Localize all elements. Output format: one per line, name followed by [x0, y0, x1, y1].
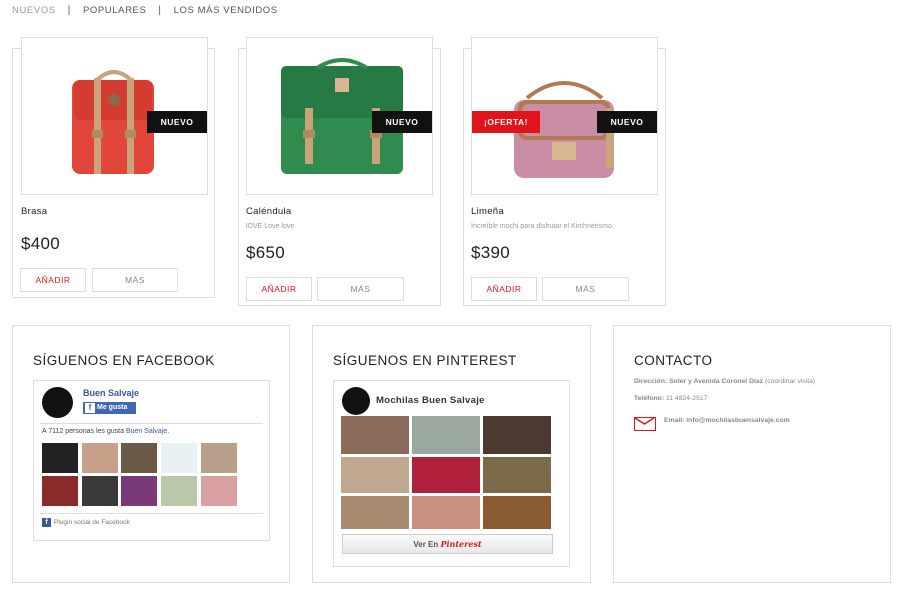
contact-heading: CONTACTO [634, 353, 713, 368]
divider [40, 423, 263, 424]
fan-avatar[interactable] [42, 476, 78, 506]
product-image[interactable]: ¡OFERTA! NUEVO [471, 37, 658, 195]
fan-avatar[interactable] [82, 443, 118, 473]
badge-nuevo: NUEVO [372, 111, 432, 133]
pin-image[interactable] [341, 416, 409, 454]
button-prefix: Ver En [413, 540, 439, 549]
fan-avatar[interactable] [121, 443, 157, 473]
divider [40, 513, 263, 514]
add-to-cart-button[interactable]: AÑADIR [20, 268, 86, 292]
pinterest-board-widget: Mochilas Buen Salvaje Ver En Pinterest [333, 380, 570, 567]
phone-label: Teléfono: [634, 395, 665, 402]
facebook-like-count: A 7112 personas les gusta Buen Salvaje. [42, 428, 169, 435]
tab-mas-vendidos[interactable]: LOS MÁS VENDIDOS [174, 5, 278, 16]
more-button[interactable]: MÁS [542, 277, 629, 301]
contact-email: Email: info@mochilasbuensalvaje.com [664, 417, 790, 424]
add-to-cart-button[interactable]: AÑADIR [246, 277, 312, 301]
fan-avatar[interactable] [42, 443, 78, 473]
plugin-label-text: Plugin social de Facebook [54, 519, 130, 526]
facebook-widget: SÍGUENOS EN FACEBOOK Buen Salvaje f Me g… [12, 325, 290, 583]
view-on-pinterest-button[interactable]: Ver En Pinterest [342, 534, 553, 554]
product-name[interactable]: Limeña [471, 206, 504, 217]
contact-widget: CONTACTO Dirección: Soler y Avenida Coro… [613, 325, 891, 583]
product-card: NUEVO Caléndula lOVE Love love $650 AÑAD… [238, 37, 441, 306]
email-label: Email: [664, 417, 685, 424]
pinterest-heading: SÍGUENOS EN PINTEREST [333, 353, 517, 368]
product-image[interactable]: NUEVO [21, 37, 208, 195]
pinterest-widget: SÍGUENOS EN PINTEREST Mochilas Buen Salv… [312, 325, 591, 583]
contact-address: Dirección: Soler y Avenida Coronel Díaz … [634, 378, 815, 385]
facebook-heading: SÍGUENOS EN FACEBOOK [33, 353, 215, 368]
tab-populares[interactable]: POPULARES [83, 5, 146, 16]
tab-separator: | [158, 5, 162, 16]
product-image[interactable]: NUEVO [246, 37, 433, 195]
product-tabs: NUEVOS | POPULARES | LOS MÁS VENDIDOS [12, 5, 278, 16]
contact-phone: Teléfono: 11 4824-2517 [634, 395, 707, 402]
fan-avatar[interactable] [201, 443, 237, 473]
product-card: NUEVO Brasa $400 AÑADIR MÁS [12, 37, 215, 298]
pin-image[interactable] [412, 457, 480, 493]
address-value: Soler y Avenida Coronel Díaz [669, 378, 764, 385]
product-price: $390 [471, 243, 511, 262]
product-description: lOVE Love love [246, 223, 295, 230]
facebook-like-button[interactable]: f Me gusta [83, 402, 136, 414]
pinterest-logo: Pinterest [440, 539, 482, 549]
pin-image[interactable] [412, 416, 480, 454]
pinterest-board-name[interactable]: Mochilas Buen Salvaje [376, 395, 485, 406]
badge-nuevo: NUEVO [597, 111, 657, 133]
pin-image[interactable] [483, 457, 551, 493]
add-to-cart-button[interactable]: AÑADIR [471, 277, 537, 301]
address-note: (coordinar visita) [764, 378, 816, 385]
fan-avatar[interactable] [201, 476, 237, 506]
product-description: Increíble mochi para disfrutar el Kirchn… [471, 223, 614, 230]
fan-avatar[interactable] [121, 476, 157, 506]
facebook-icon: f [42, 518, 51, 527]
fan-avatar[interactable] [161, 476, 197, 506]
product-price: $650 [246, 243, 286, 262]
phone-value: 11 4824-2517 [665, 395, 708, 402]
buen-salvaje-logo[interactable] [42, 387, 73, 418]
pin-image[interactable] [412, 496, 480, 529]
more-button[interactable]: MÁS [317, 277, 404, 301]
pin-image[interactable] [341, 457, 409, 493]
badge-oferta: ¡OFERTA! [472, 111, 540, 133]
product-price: $400 [21, 234, 61, 253]
more-button[interactable]: MÁS [92, 268, 178, 292]
pin-image[interactable] [483, 416, 551, 454]
tab-separator: | [67, 5, 71, 16]
badge-nuevo: NUEVO [147, 111, 207, 133]
email-link[interactable]: info@mochilasbuensalvaje.com [686, 417, 789, 424]
like-label: Me gusta [97, 404, 128, 411]
pinterest-pin-grid [341, 416, 552, 529]
facebook-plugin-label[interactable]: f Plugin social de Facebook [42, 518, 130, 527]
product-card: ¡OFERTA! NUEVO Limeña Increíble mochi pa… [463, 37, 666, 306]
address-label: Dirección: [634, 378, 668, 385]
pin-image[interactable] [341, 496, 409, 529]
facebook-page-plugin: Buen Salvaje f Me gusta A 7112 personas … [33, 380, 270, 541]
facebook-icon: f [85, 403, 95, 413]
tab-nuevos[interactable]: NUEVOS [12, 5, 56, 16]
facebook-page-name[interactable]: Buen Salvaje [83, 388, 139, 398]
product-name[interactable]: Caléndula [246, 206, 291, 217]
product-name[interactable]: Brasa [21, 206, 47, 217]
buen-salvaje-logo[interactable] [342, 387, 370, 415]
page-link[interactable]: Buen Salvaje. [126, 428, 169, 435]
mail-icon [634, 417, 656, 431]
pin-image[interactable] [483, 496, 551, 529]
like-count-text: A 7112 personas les gusta [42, 428, 124, 435]
fan-avatar[interactable] [161, 443, 197, 473]
fan-avatar[interactable] [82, 476, 118, 506]
